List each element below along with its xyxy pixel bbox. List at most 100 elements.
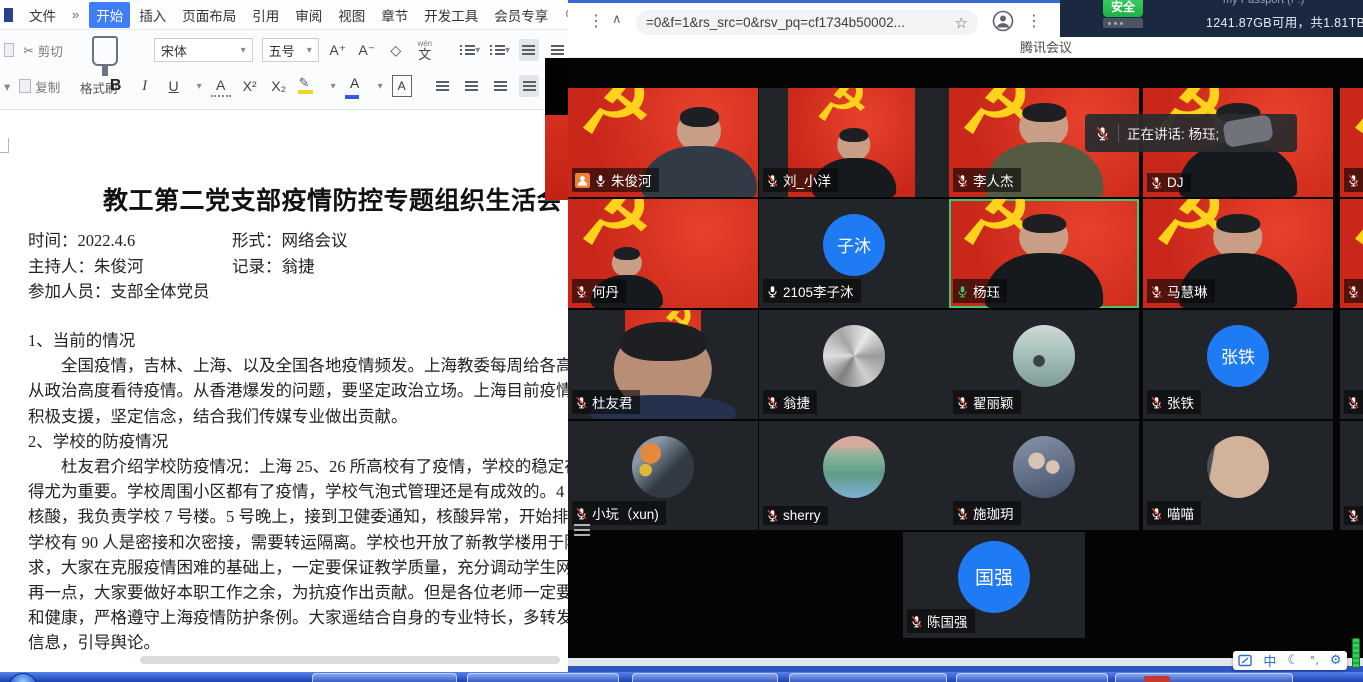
taskbar-button[interactable] [956, 673, 1108, 682]
video-tile[interactable]: ☭ 李 [1340, 199, 1363, 308]
mic-icon [575, 507, 588, 520]
browser-dots-icon[interactable]: ⋮ [588, 11, 604, 31]
menu-tab[interactable]: 章节 [374, 2, 415, 28]
doc-line: 1、当前的情况 [28, 328, 568, 353]
font-family-select[interactable]: 宋体▾ [154, 38, 253, 62]
gear-icon[interactable]: ⚙ [1330, 653, 1342, 668]
participant-name: 刘_小洋 [763, 168, 838, 192]
chevron-down-icon[interactable]: ▾ [197, 81, 202, 92]
video-tile[interactable]: 张 [1340, 310, 1363, 419]
video-tile[interactable]: ☭ 刘_小洋 [759, 88, 949, 197]
layout-menu-icon[interactable] [574, 524, 590, 537]
start-button[interactable] [8, 673, 38, 682]
wps-toolbar: 格式刷 ✂剪切 宋体▾ 五号▾ A⁺ A⁻ ◇ wén文 ▾ ▾ ▾ 复制 [0, 30, 568, 110]
taskbar-button[interactable] [789, 673, 947, 682]
align-justify-icon [522, 80, 537, 93]
menu-overflow-chevron[interactable]: » [72, 7, 79, 22]
highlight-color-button[interactable] [298, 78, 318, 94]
taskbar-button[interactable] [312, 673, 457, 682]
video-tile[interactable]: 国强 陈国强 [903, 532, 1085, 638]
pinyin-guide-button[interactable]: wén文 [415, 39, 435, 61]
video-tile[interactable]: 翟丽颖 [949, 310, 1139, 419]
numbered-list-button[interactable]: ▾ [489, 39, 510, 61]
subscript-button[interactable]: X₂ [269, 75, 289, 97]
paste-dropdown-partial[interactable]: ▾ [4, 79, 10, 94]
taskbar-button[interactable] [467, 673, 619, 682]
video-tile[interactable]: ☭ 朱俊河 [568, 88, 758, 197]
char-border-button[interactable]: A [392, 75, 412, 97]
grow-font-button[interactable]: A⁺ [328, 39, 348, 61]
collapse-icon[interactable]: ∧ [612, 11, 622, 27]
align-center-button[interactable] [461, 75, 481, 97]
cut-button[interactable]: ✂剪切 [23, 41, 63, 60]
meeting-window-black-edge [545, 58, 568, 115]
participant-name: 马慧琳 [1147, 279, 1215, 303]
margin-corner-mark [0, 138, 9, 153]
video-tile[interactable]: 喵喵 [1143, 421, 1333, 530]
bold-button[interactable]: B [106, 75, 126, 97]
copy-button[interactable]: 复制 [19, 77, 60, 96]
mic-icon [594, 174, 607, 187]
name-text: 刘_小洋 [783, 170, 831, 190]
address-bar[interactable]: =0&f=1&rs_src=0&rsv_pq=cf1734b50002... ☆ [636, 10, 978, 35]
align-left-button[interactable] [432, 75, 452, 97]
menu-tab[interactable]: 视图 [331, 2, 372, 28]
char-shading-button[interactable]: A [211, 75, 231, 97]
profile-icon[interactable] [992, 10, 1014, 32]
h-scrollbar[interactable] [140, 656, 560, 664]
bookmark-star-icon[interactable]: ☆ [955, 14, 968, 32]
document-page[interactable]: 教工第二党支部疫情防控专题组织生活会 时间：2022.4.6形式：网络会议主持人… [0, 111, 568, 672]
menu-tab[interactable]: 引用 [245, 2, 286, 28]
taskbar-button[interactable] [1115, 673, 1293, 682]
menu-tab[interactable]: 审阅 [288, 2, 329, 28]
align-right-button[interactable] [490, 75, 510, 97]
align-justify-button[interactable] [519, 75, 539, 97]
doc-line: 从政治高度看待疫情。从香港爆发的问题，要坚定政治立场。上海目前疫情严 [28, 378, 568, 403]
font-size-select[interactable]: 五号▾ [262, 38, 319, 62]
name-text: 朱俊河 [611, 170, 652, 190]
menu-tab[interactable]: 开发工具 [417, 2, 485, 28]
video-tile[interactable]: ☭ 马慧琳 [1143, 199, 1333, 308]
superscript-button[interactable]: X² [240, 75, 260, 97]
video-tile[interactable]: sherry [759, 421, 949, 530]
underline-button[interactable]: U [164, 75, 184, 97]
video-tile[interactable]: 施珈玥 [949, 421, 1139, 530]
video-tile[interactable]: 子沐 2105李子沐 [759, 199, 949, 308]
mic-icon [1150, 507, 1163, 520]
video-tile[interactable]: ☭ 杨珏 [949, 199, 1139, 308]
video-tile[interactable]: ☭ 林 [1340, 88, 1363, 197]
menu-tab[interactable]: 开始 [89, 2, 130, 28]
bullet-list-button[interactable]: ▾ [459, 39, 480, 61]
video-tile[interactable]: ☭ 杜友君 [568, 310, 758, 419]
menu-tab[interactable]: 插入 [132, 2, 173, 28]
cut-label: 剪切 [38, 41, 63, 60]
clear-format-button[interactable]: ◇ [386, 39, 406, 61]
font-color-button[interactable]: A [345, 75, 365, 97]
italic-button[interactable]: I [135, 75, 155, 97]
menu-file[interactable]: 文件 [23, 3, 62, 27]
decrease-indent-button[interactable] [519, 39, 539, 61]
align-right-icon [493, 80, 508, 93]
menu-tab[interactable]: 会员专享 [487, 2, 555, 28]
paste-partial-icon[interactable] [4, 43, 14, 57]
ime-mode-indicator[interactable]: 中 [1263, 651, 1276, 670]
moon-icon[interactable]: ☾ [1287, 653, 1299, 668]
punctuation-toggle[interactable]: °, [1310, 654, 1319, 667]
toast-divider [1118, 124, 1119, 142]
chevron-down-icon[interactable]: ▾ [378, 81, 383, 92]
video-tile[interactable]: 张铁 张铁 [1143, 310, 1333, 419]
taskbar-button[interactable] [632, 673, 778, 682]
video-tile[interactable]: ☭ 何丹 [568, 199, 758, 308]
video-tile[interactable]: N [1340, 421, 1363, 530]
shrink-font-button[interactable]: A⁻ [357, 39, 377, 61]
address-text[interactable]: =0&f=1&rs_src=0&rsv_pq=cf1734b50002... [646, 15, 949, 30]
ime-input-icon[interactable] [1238, 654, 1252, 667]
mic-icon [1150, 176, 1163, 189]
video-tile[interactable]: 小坃（xun) [568, 421, 758, 530]
meeting-title[interactable]: 腾讯会议 [568, 38, 1363, 58]
chevron-down-icon[interactable]: ▾ [331, 81, 336, 92]
browser-menu-icon[interactable]: ⋮ [1026, 11, 1042, 31]
menu-tab[interactable]: 页面布局 [175, 2, 243, 28]
video-tile[interactable]: 翁捷 [759, 310, 949, 419]
doc-line: 2、学校的防疫情况 [28, 429, 568, 454]
